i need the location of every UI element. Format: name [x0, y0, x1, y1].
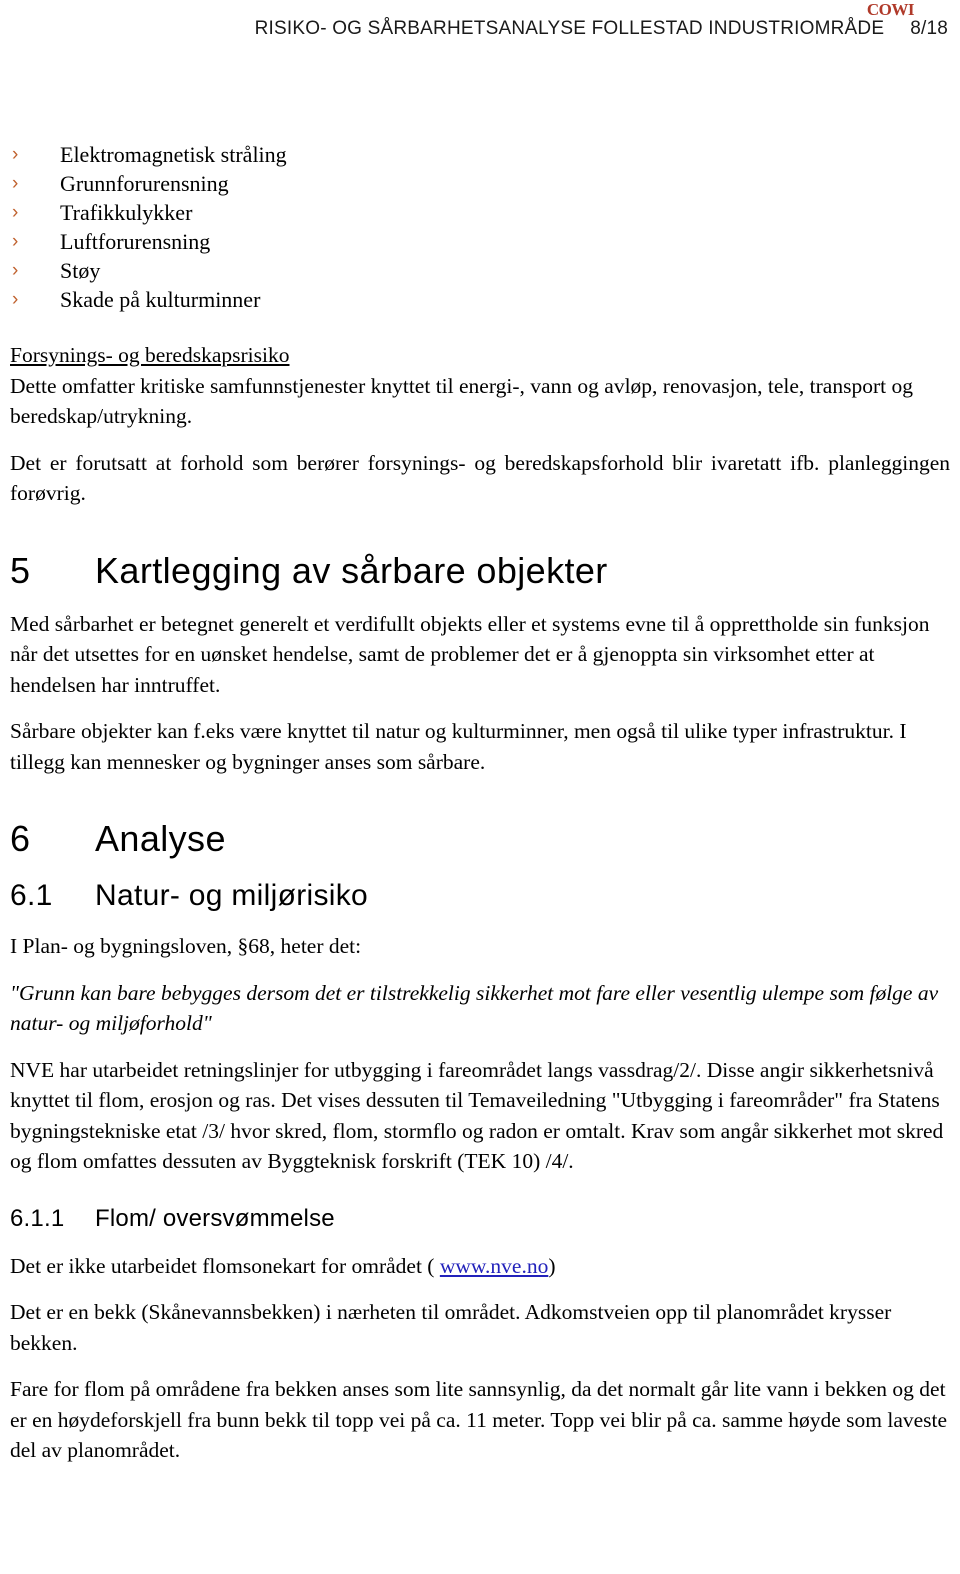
chevron-right-icon: ›: [12, 202, 19, 223]
section-6-1-1-paragraph-1: Det er ikke utarbeidet flomsonekart for …: [10, 1251, 950, 1282]
list-item-label: Luftforurensning: [60, 229, 211, 254]
section-6-1-paragraph-2: NVE har utarbeidet retningslinjer for ut…: [10, 1057, 944, 1174]
document-page: COWI RISIKO- OG SÅRBARHETSANALYSE FOLLES…: [0, 0, 960, 1574]
heading-section-5: 5 Kartlegging av sårbare objekter: [10, 549, 950, 593]
page-number: 8/18: [910, 18, 948, 39]
list-item-label: Trafikkulykker: [60, 200, 193, 225]
list-item-label: Skade på kulturminner: [60, 287, 261, 312]
list-item: › Støy: [10, 256, 950, 285]
document-content: › Elektromagnetisk stråling › Grunnforur…: [10, 140, 950, 1466]
hazard-bullet-list: › Elektromagnetisk stråling › Grunnforur…: [10, 140, 950, 314]
chevron-right-icon: ›: [12, 144, 19, 165]
chevron-right-icon: ›: [12, 260, 19, 281]
list-item: › Skade på kulturminner: [10, 285, 950, 314]
supply-risk-paragraph-2: Det er forutsatt at forhold som berører …: [10, 450, 950, 506]
list-item-label: Grunnforurensning: [60, 171, 229, 196]
heading-text: Natur- og miljørisiko: [95, 879, 369, 912]
list-item-label: Støy: [60, 258, 101, 283]
cowi-logo: COWI: [866, 0, 915, 19]
section-6-1-1-paragraph-3: Fare for flom på områdene fra bekken ans…: [10, 1377, 948, 1462]
heading-text: Analyse: [95, 818, 226, 859]
supply-risk-heading: Forsynings- og beredskapsrisiko: [10, 343, 290, 367]
page-header: COWI RISIKO- OG SÅRBARHETSANALYSE FOLLES…: [0, 0, 960, 56]
heading-section-6: 6 Analyse: [10, 817, 950, 861]
list-item-label: Elektromagnetisk stråling: [60, 142, 287, 167]
chevron-right-icon: ›: [12, 231, 19, 252]
list-item: › Luftforurensning: [10, 227, 950, 256]
chevron-right-icon: ›: [12, 289, 19, 310]
law-quote: "Grunn kan bare bebygges dersom det er t…: [10, 980, 939, 1036]
list-item: › Grunnforurensning: [10, 169, 950, 198]
heading-text: Flom/ oversvømmelse: [95, 1204, 335, 1232]
section-6-1-paragraph-1: I Plan- og bygningsloven, §68, heter det…: [10, 934, 362, 958]
list-item: › Trafikkulykker: [10, 198, 950, 227]
header-line: RISIKO- OG SÅRBARHETSANALYSE FOLLESTAD I…: [255, 18, 948, 40]
section-5-paragraph-2: Sårbare objekter kan f.eks være knyttet …: [10, 719, 907, 774]
section-6-1-1-paragraph-2: Det er en bekk (Skånevannsbekken) i nærh…: [10, 1300, 892, 1355]
flood-map-text-after: ): [548, 1253, 556, 1278]
heading-number: 6.1.1: [10, 1204, 65, 1232]
list-item: › Elektromagnetisk stråling: [10, 140, 950, 169]
document-title: RISIKO- OG SÅRBARHETSANALYSE FOLLESTAD I…: [254, 18, 885, 39]
heading-section-6-1: 6.1 Natur- og miljørisiko: [10, 877, 950, 915]
section-5-paragraph-1: Med sårbarhet er betegnet generelt et ve…: [10, 611, 930, 697]
nve-website-link[interactable]: www.nve.no: [440, 1254, 548, 1278]
heading-section-6-1-1: 6.1.1 Flom/ oversvømmelse: [10, 1203, 950, 1235]
heading-text: Kartlegging av sårbare objekter: [95, 549, 608, 591]
heading-number: 5: [10, 549, 31, 591]
chevron-right-icon: ›: [12, 173, 19, 194]
flood-map-text-before: Det er ikke utarbeidet flomsonekart for …: [10, 1253, 440, 1278]
supply-risk-paragraph-1: Dette omfatter kritiske samfunnstjeneste…: [10, 373, 913, 429]
heading-number: 6: [10, 818, 31, 859]
heading-number: 6.1: [10, 879, 53, 912]
